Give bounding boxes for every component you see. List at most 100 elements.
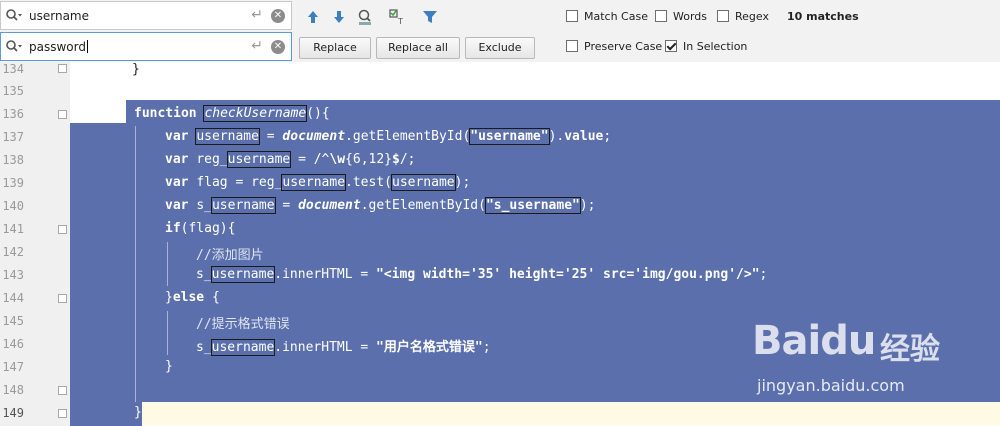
exclude-button[interactable]: Exclude xyxy=(465,37,535,59)
code-line: } xyxy=(165,359,173,374)
clear-icon[interactable]: ✕ xyxy=(271,40,285,54)
code-text: flag = reg_ xyxy=(196,175,283,190)
code-text: s_ xyxy=(196,340,212,355)
code-text: ). xyxy=(548,129,565,144)
regex-box[interactable] xyxy=(717,10,729,22)
watermark-brand: Baidu xyxy=(752,318,876,364)
code-text: .test( xyxy=(345,175,392,190)
preserve-case-checkbox[interactable]: Preserve Case xyxy=(566,39,662,55)
code-comment: //添加图片 xyxy=(196,248,264,263)
match-case-checkbox[interactable]: Match Case xyxy=(566,9,648,25)
filter-icon[interactable] xyxy=(421,8,439,26)
code-text: .getElementById( xyxy=(345,129,471,144)
code-comment: //提示格式错误 xyxy=(196,317,290,332)
words-box[interactable] xyxy=(655,10,667,22)
indent-guide xyxy=(167,242,168,286)
global-object: document xyxy=(298,198,361,213)
find-replace-bar: username ↵ ✕ password ↵ ✕ T Replace Repl… xyxy=(0,0,1000,63)
text-caret xyxy=(86,40,88,53)
search-field[interactable]: username ↵ ✕ xyxy=(0,1,292,30)
code-text: (flag){ xyxy=(180,221,236,236)
preserve-case-box[interactable] xyxy=(566,40,578,52)
fold-marker-icon[interactable] xyxy=(58,386,67,395)
replace-input[interactable]: password xyxy=(29,40,88,54)
line-number: 134 xyxy=(2,62,24,76)
fold-marker-icon[interactable] xyxy=(58,64,67,73)
search-match: username xyxy=(281,174,347,191)
next-occurrence-icon[interactable] xyxy=(330,8,348,26)
regex-token: $ xyxy=(392,152,400,167)
code-text: .innerHTML = xyxy=(274,340,377,355)
match-count: 10 matches xyxy=(787,10,859,23)
code-line: var username = document.getElementById("… xyxy=(165,128,612,145)
indent-guide xyxy=(167,311,168,355)
search-match: username xyxy=(226,151,292,168)
fold-marker-icon[interactable] xyxy=(58,110,67,119)
replace-history-icon[interactable] xyxy=(5,39,23,55)
indent-guide xyxy=(135,126,136,402)
search-match: username xyxy=(210,339,276,356)
words-checkbox[interactable]: Words xyxy=(655,9,707,25)
code-text: /; xyxy=(399,152,416,167)
code-text: reg_ xyxy=(196,152,228,167)
line-number: 143 xyxy=(2,268,24,282)
replace-all-button[interactable]: Replace all xyxy=(376,37,460,59)
match-case-box[interactable] xyxy=(566,10,578,22)
keyword: var xyxy=(165,175,197,190)
search-match-string: "s_username" xyxy=(484,197,581,214)
code-line: } xyxy=(134,405,142,420)
enter-icon: ↵ xyxy=(251,7,263,23)
line-number: 140 xyxy=(2,199,24,213)
property: value xyxy=(564,129,604,144)
find-all-icon[interactable] xyxy=(356,8,374,26)
search-input[interactable]: username xyxy=(29,9,89,23)
code-line: function checkUsername(){ xyxy=(134,105,330,122)
previous-occurrence-icon[interactable] xyxy=(304,8,322,26)
code-line: s_username.innerHTML = "用户名格式错误"; xyxy=(196,336,491,356)
search-history-icon[interactable] xyxy=(5,8,23,24)
fold-marker-icon[interactable] xyxy=(58,409,67,418)
watermark-brand-cn: 经验 xyxy=(880,332,940,367)
code-line: var flag = reg_username.test(username); xyxy=(165,174,470,191)
code-text: ; xyxy=(603,129,612,144)
fold-marker-icon[interactable] xyxy=(58,225,67,234)
replace-input-text: password xyxy=(29,40,86,54)
code-text: ); xyxy=(579,198,596,213)
svg-text:T: T xyxy=(397,17,403,26)
enter-icon: ↵ xyxy=(251,38,263,54)
baidu-jingyan-watermark: Baidu 经验 jingyan.baidu.com xyxy=(752,318,952,408)
line-number: 142 xyxy=(2,245,24,259)
code-line: var reg_username = /^\w{6,12}$/; xyxy=(165,151,416,168)
replace-field[interactable]: password ↵ ✕ xyxy=(0,32,292,61)
clear-icon[interactable]: ✕ xyxy=(271,9,285,23)
string-literal: "用户名格式错误" xyxy=(376,340,483,355)
line-number: 144 xyxy=(2,291,24,305)
regex-token: \w xyxy=(329,152,346,167)
code-line: }else { xyxy=(165,290,220,305)
line-number: 145 xyxy=(2,314,24,328)
in-selection-checkbox[interactable]: In Selection xyxy=(665,39,747,55)
code-text: } xyxy=(165,290,173,305)
code-text: s_ xyxy=(196,267,212,282)
select-all-occurrences-icon[interactable]: T xyxy=(389,8,407,26)
replace-button[interactable]: Replace xyxy=(299,37,371,59)
line-number: 146 xyxy=(2,337,24,351)
string-literal: "<img width='35' height='25' src='img/go… xyxy=(376,267,760,282)
line-number: 139 xyxy=(2,176,24,190)
code-text: { xyxy=(204,290,220,305)
code-text: = xyxy=(274,198,299,213)
code-line: s_username.innerHTML = "<img width='35' … xyxy=(196,266,767,283)
line-number: 138 xyxy=(2,153,24,167)
search-match: username xyxy=(195,128,260,145)
code-line: var s_username = document.getElementById… xyxy=(165,197,596,214)
in-selection-box[interactable] xyxy=(665,40,677,52)
regex-checkbox[interactable]: Regex xyxy=(717,9,769,25)
fold-marker-icon[interactable] xyxy=(58,294,67,303)
code-line: if(flag){ xyxy=(165,221,235,236)
search-match-string: "username" xyxy=(469,128,550,145)
code-line: } xyxy=(132,62,140,77)
search-match: username xyxy=(210,266,276,283)
keyword: else xyxy=(172,290,205,305)
line-number-gutter: 134 135 136 137 138 139 140 141 142 143 … xyxy=(0,62,70,426)
code-text: {6,12} xyxy=(345,152,393,167)
